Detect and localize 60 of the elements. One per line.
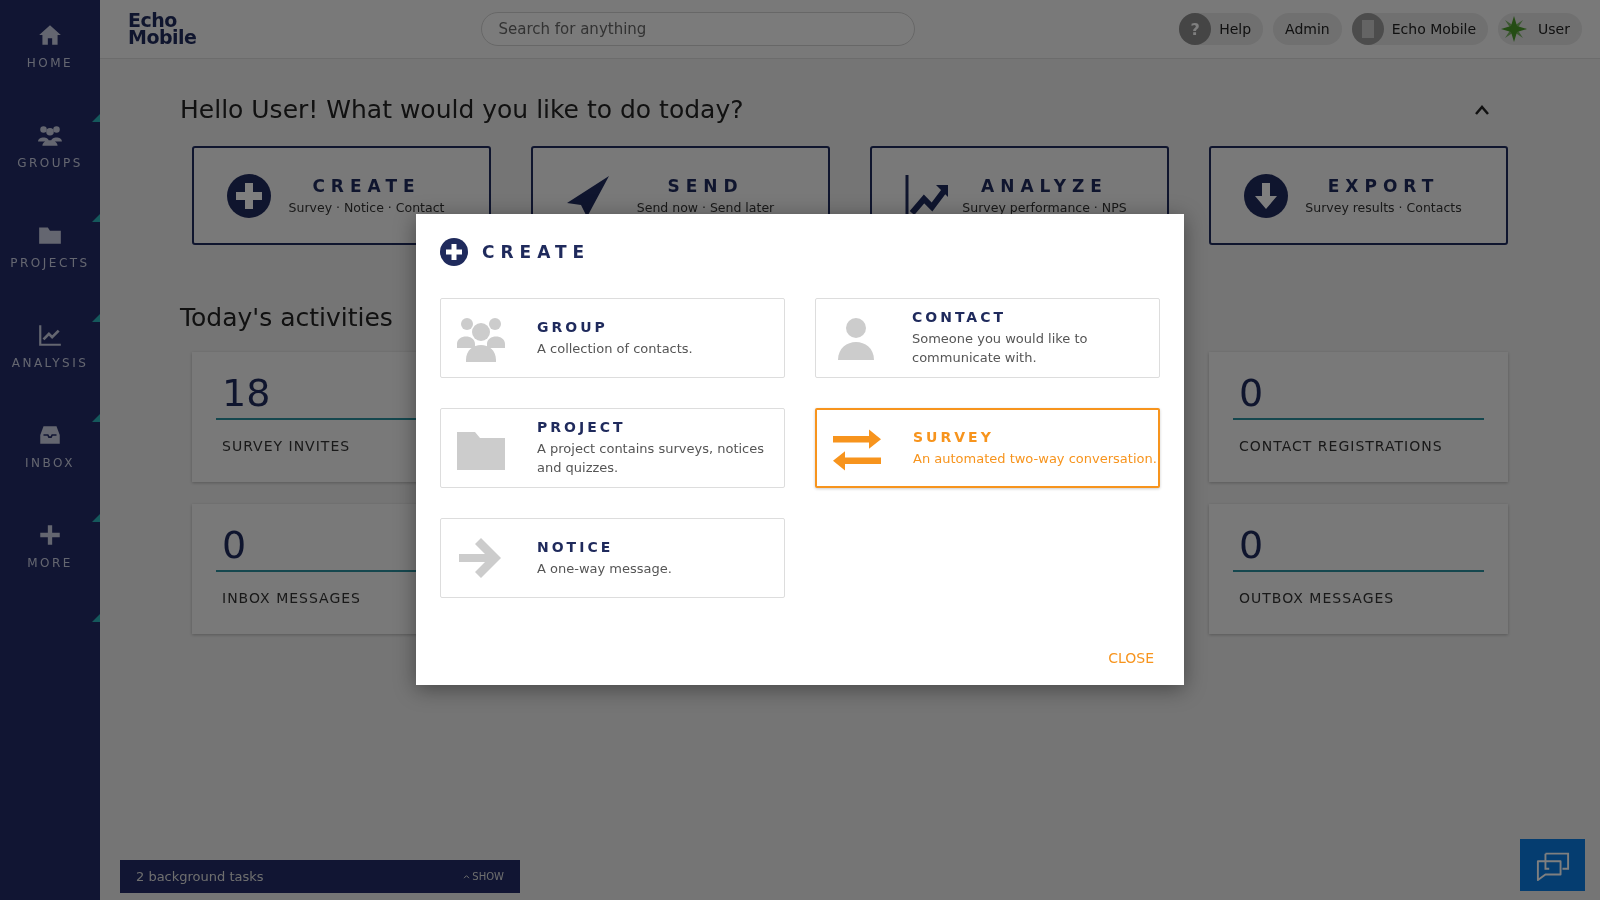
- stat-label: SURVEY INVITES: [222, 438, 352, 454]
- tasks-label: 2 background tasks: [136, 869, 265, 884]
- stat-label: CONTACT REGISTRATIONS: [1239, 438, 1444, 454]
- action-title: EXPORT: [1327, 176, 1440, 196]
- sidebar-item[interactable]: MORE: [0, 522, 100, 570]
- option-description: A collection of contacts.: [537, 339, 693, 358]
- action-title: CREATE: [312, 176, 421, 196]
- show-button[interactable]: SHOW: [463, 871, 504, 882]
- action-title: ANALYZE: [981, 176, 1108, 196]
- stat-value: 0: [1233, 368, 1484, 420]
- sidebar-item[interactable]: GROUPS: [0, 122, 100, 170]
- chat-button[interactable]: [1520, 839, 1585, 891]
- sidebar-item[interactable]: HOME: [0, 22, 100, 70]
- action-card[interactable]: EXPORT Survey results · Contacts: [1209, 146, 1508, 245]
- sidebar-item[interactable]: INBOX: [0, 422, 100, 470]
- chart-icon: [37, 322, 63, 348]
- option-description: An automated two-way conversation.: [913, 449, 1157, 468]
- plus-circle-icon: [440, 238, 468, 266]
- header-button[interactable]: Admin: [1273, 13, 1342, 45]
- sidebar-item[interactable]: ANALYSIS: [0, 322, 100, 370]
- plus-icon: [37, 522, 63, 548]
- header-button[interactable]: Echo Mobile: [1351, 13, 1489, 45]
- action-subtitle: Survey results · Contacts: [1305, 200, 1462, 215]
- action-title: SEND: [667, 176, 744, 196]
- section-heading: Today's activities: [180, 303, 393, 332]
- action-subtitle: Survey performance · NPS: [962, 200, 1127, 215]
- building-icon: [1351, 13, 1384, 45]
- option-title: NOTICE: [537, 538, 615, 555]
- logo-word: Echo: [128, 12, 177, 29]
- option-description: A one-way message.: [537, 559, 672, 578]
- help-icon: ?: [1179, 13, 1212, 45]
- user-menu[interactable]: User: [1498, 13, 1582, 45]
- action-card[interactable]: CREATE Survey · Notice · Contact: [192, 146, 491, 245]
- search-field[interactable]: Search for anything: [481, 12, 916, 46]
- plus-circle-icon: [226, 172, 272, 219]
- option-card[interactable]: CONTACT Someone you would like to communicate with.: [815, 298, 1160, 378]
- chevron-up-icon: [1474, 103, 1490, 116]
- option-title: SURVEY: [913, 428, 995, 445]
- greeting-heading: Hello User! What would you like to do today?: [180, 95, 744, 124]
- action-subtitle: Survey · Notice · Contact: [288, 200, 445, 215]
- option-card[interactable]: SURVEY An automated two-way conversation.: [815, 408, 1160, 488]
- stat-value: 0: [1233, 520, 1484, 572]
- option-description: A project contains surveys, notices and quizzes.: [537, 440, 766, 477]
- stat-label: OUTBOX MESSAGES: [1239, 590, 1396, 606]
- close-button[interactable]: CLOSE: [1102, 649, 1160, 667]
- logo-word: Mobile: [128, 29, 197, 46]
- option-description: Someone you would like to communicate with.: [912, 330, 1089, 367]
- option-title: GROUP: [537, 318, 609, 335]
- header-button[interactable]: ? Help: [1179, 13, 1264, 45]
- dialog-title: CREATE: [482, 242, 591, 262]
- option-card[interactable]: GROUP A collection of contacts.: [440, 298, 785, 378]
- option-card[interactable]: NOTICE A one-way message.: [440, 518, 785, 598]
- option-title: CONTACT: [912, 309, 1007, 325]
- option-title: PROJECT: [537, 419, 627, 435]
- download-circle-icon: [1243, 172, 1289, 219]
- stat-label: INBOX MESSAGES: [222, 590, 362, 606]
- sidebar-item[interactable]: PROJECTS: [0, 222, 100, 270]
- action-subtitle: Send now · Send later: [636, 200, 775, 215]
- option-card[interactable]: PROJECT A project contains surveys, notices and quizzes.: [440, 408, 785, 488]
- caret-up-icon: [463, 874, 471, 879]
